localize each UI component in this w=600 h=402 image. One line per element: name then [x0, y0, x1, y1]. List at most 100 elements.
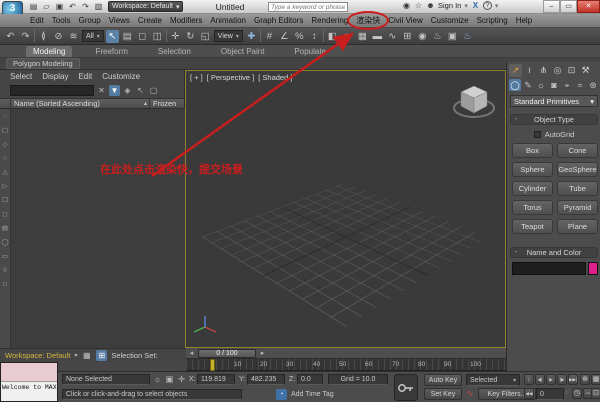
- bind-spacewarp-icon[interactable]: ≋: [67, 30, 80, 43]
- y-coordinate-field[interactable]: 482.235: [247, 374, 285, 385]
- pyramid-button[interactable]: Pyramid: [557, 200, 598, 215]
- category-geometry-icon[interactable]: ◯: [509, 79, 521, 91]
- tab-create-icon[interactable]: ↗: [509, 64, 522, 77]
- schematic-view-icon[interactable]: ⊞: [401, 30, 414, 43]
- menu-modifiers[interactable]: Modifiers: [166, 16, 206, 25]
- rendered-frame-icon[interactable]: ▣: [446, 30, 459, 43]
- name-column-header[interactable]: Name (Sorted Ascending) ▴: [11, 99, 150, 108]
- display-filter-icon[interactable]: ◇: [3, 141, 8, 148]
- menu-create[interactable]: Create: [134, 16, 166, 25]
- tab-motion-icon[interactable]: ◎: [551, 64, 564, 77]
- box-button[interactable]: Box: [512, 143, 553, 158]
- time-configuration-icon[interactable]: ◷: [572, 388, 582, 399]
- previous-frame-icon[interactable]: ◂: [187, 349, 196, 358]
- menu-tools[interactable]: Tools: [48, 16, 75, 25]
- menu-group[interactable]: Group: [74, 16, 104, 25]
- curve-editor-icon[interactable]: ∿: [386, 30, 399, 43]
- orbit-maximize-icon[interactable]: ⊡: [591, 388, 600, 399]
- category-helpers-icon[interactable]: ⌖: [561, 79, 573, 91]
- tab-populate[interactable]: Populate: [287, 46, 333, 57]
- angle-snap-icon[interactable]: ∠: [278, 30, 291, 43]
- select-box-icon[interactable]: ▢: [148, 85, 159, 96]
- polygon-modeling-panel[interactable]: Polygon Modeling: [6, 58, 80, 69]
- category-shapes-icon[interactable]: ✎: [522, 79, 534, 91]
- chevron-down-icon[interactable]: ▾: [74, 352, 77, 359]
- cylinder-button[interactable]: Cylinder: [512, 181, 553, 196]
- x-coordinate-field[interactable]: 119.819: [197, 374, 235, 385]
- zoom-extents-icon[interactable]: ⊕: [580, 374, 590, 385]
- workspace-dropdown[interactable]: Workspace: Default ▾: [108, 1, 184, 12]
- set-key-button[interactable]: Set Key: [424, 388, 462, 400]
- time-slider-handle[interactable]: 0 / 100: [198, 349, 256, 358]
- filter-icon[interactable]: ▼: [109, 85, 120, 96]
- track-bar[interactable]: 10 20 30 40 50 60 70 80 90 100: [186, 359, 506, 371]
- explorer-menu-select[interactable]: Select: [10, 72, 32, 83]
- frozen-column-header[interactable]: Frozen: [150, 99, 184, 108]
- menu-customize[interactable]: Customize: [427, 16, 473, 25]
- layer-manager-icon[interactable]: ▦: [356, 30, 369, 43]
- close-button[interactable]: ✕: [577, 0, 600, 13]
- maximize-button[interactable]: ▭: [560, 0, 577, 13]
- percent-snap-icon[interactable]: %: [293, 30, 306, 43]
- align-icon[interactable]: ≡: [341, 30, 354, 43]
- category-spacewarps-icon[interactable]: ≈: [574, 79, 586, 91]
- menu-help[interactable]: Help: [512, 16, 536, 25]
- cone-button[interactable]: Cone: [557, 143, 598, 158]
- tab-modeling[interactable]: Modeling: [26, 46, 73, 57]
- explorer-menu-customize[interactable]: Customize: [102, 72, 140, 83]
- viewport-menu-shading[interactable]: [ Shaded ]: [258, 73, 292, 82]
- listener-script-pane[interactable]: Welcome to MAX!: [1, 382, 57, 401]
- ribbon-toggle-icon[interactable]: ▬: [371, 30, 384, 43]
- explorer-menu-display[interactable]: Display: [42, 72, 68, 83]
- menu-animation[interactable]: Animation: [206, 16, 250, 25]
- menu-rendering[interactable]: Rendering: [307, 16, 352, 25]
- geosphere-button[interactable]: GeoSphere: [557, 162, 598, 177]
- field-of-view-icon[interactable]: ▦: [591, 374, 600, 385]
- display-filter-icon[interactable]: ◻: [2, 211, 7, 218]
- viewport-menu-pov[interactable]: [ Perspective ]: [207, 73, 255, 82]
- exchange-apps-icon[interactable]: X: [471, 1, 480, 10]
- category-cameras-icon[interactable]: ◙: [548, 79, 560, 91]
- selected-filter-dropdown[interactable]: Selected ▾: [466, 374, 520, 386]
- display-filter-icon[interactable]: ◌: [3, 113, 7, 120]
- selection-lock-icon[interactable]: ⊞: [96, 350, 108, 361]
- plane-button[interactable]: Plane: [557, 219, 598, 234]
- z-coordinate-field[interactable]: 0.0: [297, 374, 323, 385]
- object-color-swatch[interactable]: [588, 262, 598, 275]
- new-scene-icon[interactable]: ▤: [28, 1, 39, 12]
- category-lights-icon[interactable]: ☼: [535, 79, 547, 91]
- tab-selection[interactable]: Selection: [151, 46, 198, 57]
- torus-button[interactable]: Torus: [512, 200, 553, 215]
- display-filter-icon[interactable]: ▷: [3, 183, 8, 190]
- object-type-rollout[interactable]: - Object Type: [510, 114, 598, 125]
- save-file-icon[interactable]: ▣: [54, 1, 65, 12]
- select-scale-icon[interactable]: ◱: [199, 30, 212, 43]
- name-color-rollout[interactable]: - Name and Color: [510, 247, 598, 258]
- display-filter-icon[interactable]: △: [3, 169, 8, 176]
- auto-key-button[interactable]: Auto Key: [424, 374, 462, 386]
- display-filter-icon[interactable]: ▭: [2, 253, 8, 260]
- search-icon[interactable]: ◉: [402, 1, 411, 10]
- pick-icon[interactable]: ↖: [135, 85, 146, 96]
- menu-edit[interactable]: Edit: [26, 16, 48, 25]
- render-production-icon[interactable]: ♨: [461, 30, 474, 43]
- isolate-toggle-icon[interactable]: ☼: [152, 374, 163, 385]
- tab-display-icon[interactable]: ⊡: [565, 64, 578, 77]
- lock-icon[interactable]: ◈: [122, 85, 133, 96]
- primitive-type-dropdown[interactable]: Standard Primitives ▾: [510, 95, 598, 107]
- display-filter-icon[interactable]: ▤: [2, 225, 8, 232]
- select-object-icon[interactable]: ↖: [105, 29, 119, 43]
- menu-scripting[interactable]: Scripting: [473, 16, 512, 25]
- viewcube[interactable]: [451, 77, 497, 123]
- sphere-button[interactable]: Sphere: [512, 162, 553, 177]
- menu-render-plugin-highlighted[interactable]: 渲染快: [347, 11, 390, 30]
- listener-macro-pane[interactable]: [1, 363, 57, 382]
- display-filter-icon[interactable]: ◯: [1, 239, 8, 246]
- tab-object-paint[interactable]: Object Paint: [214, 46, 272, 57]
- snap-toggle-icon[interactable]: #: [263, 30, 276, 43]
- select-link-icon[interactable]: ≬: [37, 30, 50, 43]
- go-to-start-button[interactable]: |◀◀: [524, 374, 534, 392]
- workspace-selector[interactable]: Workspace: Default: [5, 351, 70, 360]
- add-time-tag-label[interactable]: Add Time Tag: [291, 391, 334, 398]
- selection-lock-icon[interactable]: ▣: [164, 374, 175, 385]
